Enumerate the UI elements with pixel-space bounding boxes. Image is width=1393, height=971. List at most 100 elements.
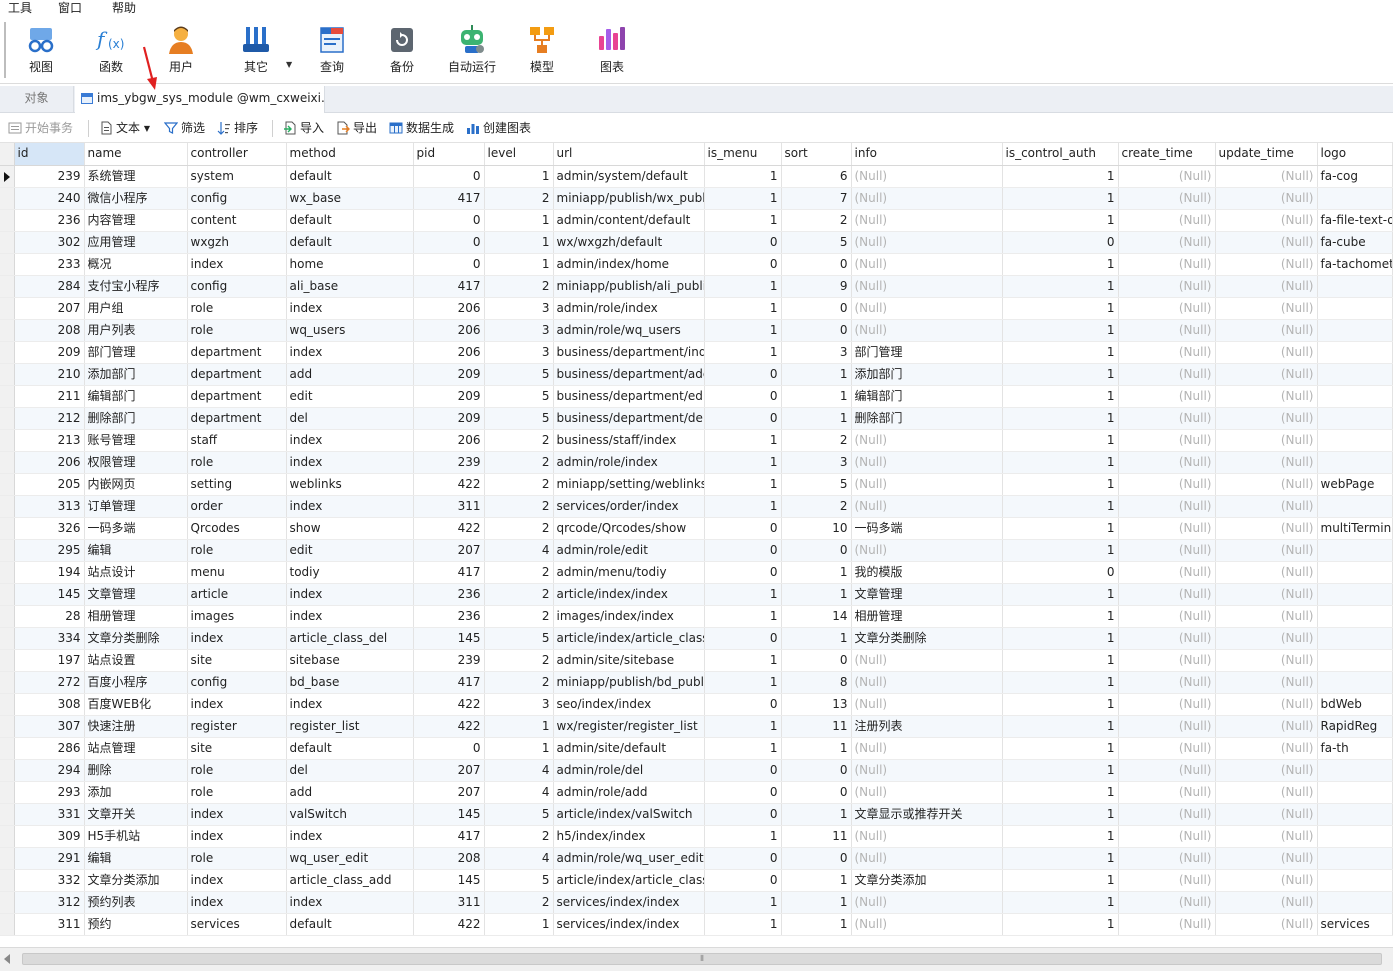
cell-controller[interactable]: index (187, 693, 287, 716)
cell-name[interactable]: 订单管理 (84, 495, 188, 518)
cell-level[interactable]: 1 (484, 913, 554, 936)
cell-logo[interactable] (1317, 671, 1393, 694)
row-indicator[interactable] (0, 275, 15, 298)
cell-is-control-auth[interactable]: 1 (1002, 187, 1119, 210)
cell-info[interactable]: (Null) (851, 693, 1003, 716)
cell-id[interactable]: 209 (14, 341, 85, 364)
cell-is-control-auth[interactable]: 1 (1002, 429, 1119, 452)
table-row[interactable]: 194 站点设计 menu todiy 417 2 admin/menu/todiy 0 1 我的… (0, 561, 1393, 584)
cell-level[interactable]: 2 (484, 825, 554, 848)
cell-info[interactable]: (Null) (851, 671, 1003, 694)
table-row[interactable]: 207 用户组 role index 206 3 admin/role/index 1 0 (Nu… (0, 297, 1393, 320)
cell-name[interactable]: 编辑 (84, 539, 188, 562)
cell-controller[interactable]: role (187, 539, 287, 562)
cell-pid[interactable]: 239 (413, 649, 485, 672)
cell-logo[interactable]: RapidReg (1317, 715, 1393, 738)
cell-url[interactable]: admin/role/index (553, 297, 705, 320)
cell-is-menu[interactable]: 1 (704, 737, 782, 760)
cell-controller[interactable]: config (187, 187, 287, 210)
cell-level[interactable]: 5 (484, 803, 554, 826)
cell-logo[interactable]: multiTermina (1317, 517, 1393, 540)
cell-create-time[interactable]: (Null) (1118, 781, 1216, 804)
row-indicator[interactable] (0, 649, 15, 672)
cell-pid[interactable]: 206 (413, 429, 485, 452)
cell-method[interactable]: index (286, 297, 414, 320)
cell-sort[interactable]: 11 (781, 825, 852, 848)
text-dropdown-icon[interactable]: ▼ (144, 124, 150, 133)
table-row[interactable]: 291 编辑 role wq_user_edit 208 4 admin/role/wq_u… (0, 847, 1393, 870)
cell-method[interactable]: default (286, 165, 414, 188)
cell-is-control-auth[interactable]: 1 (1002, 341, 1119, 364)
cell-create-time[interactable]: (Null) (1118, 869, 1216, 892)
cell-is-control-auth[interactable]: 0 (1002, 561, 1119, 584)
row-indicator[interactable] (0, 407, 15, 430)
cell-name[interactable]: 百度WEB化 (84, 693, 188, 716)
cell-sort[interactable]: 5 (781, 231, 852, 254)
table-row[interactable]: 312 预约列表 index index 311 2 services/index/inde… (0, 891, 1393, 914)
column-header-is-control-auth[interactable]: is_control_auth (1002, 143, 1119, 166)
table-row[interactable]: 332 文章分类添加 index article_class_add 145 5 artic… (0, 869, 1393, 892)
cell-pid[interactable]: 0 (413, 737, 485, 760)
cell-is-menu[interactable]: 0 (704, 693, 782, 716)
cell-is-menu[interactable]: 0 (704, 781, 782, 804)
cell-create-time[interactable]: (Null) (1118, 275, 1216, 298)
row-indicator[interactable] (0, 869, 15, 892)
cell-create-time[interactable]: (Null) (1118, 407, 1216, 430)
cell-logo[interactable] (1317, 891, 1393, 914)
cell-method[interactable]: add (286, 781, 414, 804)
cell-method[interactable]: ali_base (286, 275, 414, 298)
cell-level[interactable]: 4 (484, 759, 554, 782)
data-generation-button[interactable]: 数据生成 (389, 120, 454, 137)
cell-update-time[interactable]: (Null) (1215, 803, 1318, 826)
cell-create-time[interactable]: (Null) (1118, 605, 1216, 628)
cell-info[interactable]: (Null) (851, 253, 1003, 276)
cell-info[interactable]: 编辑部门 (851, 385, 1003, 408)
cell-level[interactable]: 3 (484, 319, 554, 342)
table-row[interactable]: 240 微信小程序 config wx_base 417 2 miniapp/publish… (0, 187, 1393, 210)
cell-method[interactable]: index (286, 825, 414, 848)
cell-is-menu[interactable]: 0 (704, 231, 782, 254)
table-row[interactable]: 302 应用管理 wxgzh default 0 1 wx/wxgzh/default 0 5(… (0, 231, 1393, 254)
cell-update-time[interactable]: (Null) (1215, 737, 1318, 760)
cell-sort[interactable]: 14 (781, 605, 852, 628)
cell-logo[interactable] (1317, 759, 1393, 782)
cell-logo[interactable]: fa-tachometer (1317, 253, 1393, 276)
cell-logo[interactable] (1317, 341, 1393, 364)
cell-sort[interactable]: 1 (781, 407, 852, 430)
cell-id[interactable]: 293 (14, 781, 85, 804)
cell-url[interactable]: qrcode/Qrcodes/show (553, 517, 705, 540)
cell-create-time[interactable]: (Null) (1118, 341, 1216, 364)
table-row[interactable]: 145 文章管理 article index 236 2 article/index/ind… (0, 583, 1393, 606)
cell-name[interactable]: 删除部门 (84, 407, 188, 430)
cell-level[interactable]: 2 (484, 451, 554, 474)
cell-method[interactable]: wq_user_edit (286, 847, 414, 870)
cell-id[interactable]: 312 (14, 891, 85, 914)
row-indicator[interactable] (0, 209, 15, 232)
cell-url[interactable]: admin/role/add (553, 781, 705, 804)
cell-info[interactable]: 文章分类添加 (851, 869, 1003, 892)
cell-sort[interactable]: 0 (781, 253, 852, 276)
cell-update-time[interactable]: (Null) (1215, 781, 1318, 804)
cell-pid[interactable]: 0 (413, 209, 485, 232)
cell-logo[interactable] (1317, 407, 1393, 430)
menu-help[interactable]: 帮助 (112, 0, 136, 16)
cell-is-menu[interactable]: 0 (704, 869, 782, 892)
cell-info[interactable]: (Null) (851, 759, 1003, 782)
cell-sort[interactable]: 1 (781, 363, 852, 386)
row-indicator[interactable] (0, 605, 15, 628)
cell-pid[interactable]: 422 (413, 913, 485, 936)
cell-controller[interactable]: department (187, 385, 287, 408)
cell-id[interactable]: 194 (14, 561, 85, 584)
cell-sort[interactable]: 0 (781, 781, 852, 804)
cell-logo[interactable] (1317, 363, 1393, 386)
cell-update-time[interactable]: (Null) (1215, 407, 1318, 430)
cell-is-control-auth[interactable]: 1 (1002, 539, 1119, 562)
cell-controller[interactable]: department (187, 341, 287, 364)
cell-create-time[interactable]: (Null) (1118, 253, 1216, 276)
cell-logo[interactable]: fa-cube (1317, 231, 1393, 254)
cell-is-control-auth[interactable]: 1 (1002, 473, 1119, 496)
row-indicator[interactable] (0, 781, 15, 804)
table-row[interactable]: 294 删除 role del 207 4 admin/role/del 0 0 (Null) 1(… (0, 759, 1393, 782)
cell-info[interactable]: (Null) (851, 209, 1003, 232)
cell-create-time[interactable]: (Null) (1118, 759, 1216, 782)
